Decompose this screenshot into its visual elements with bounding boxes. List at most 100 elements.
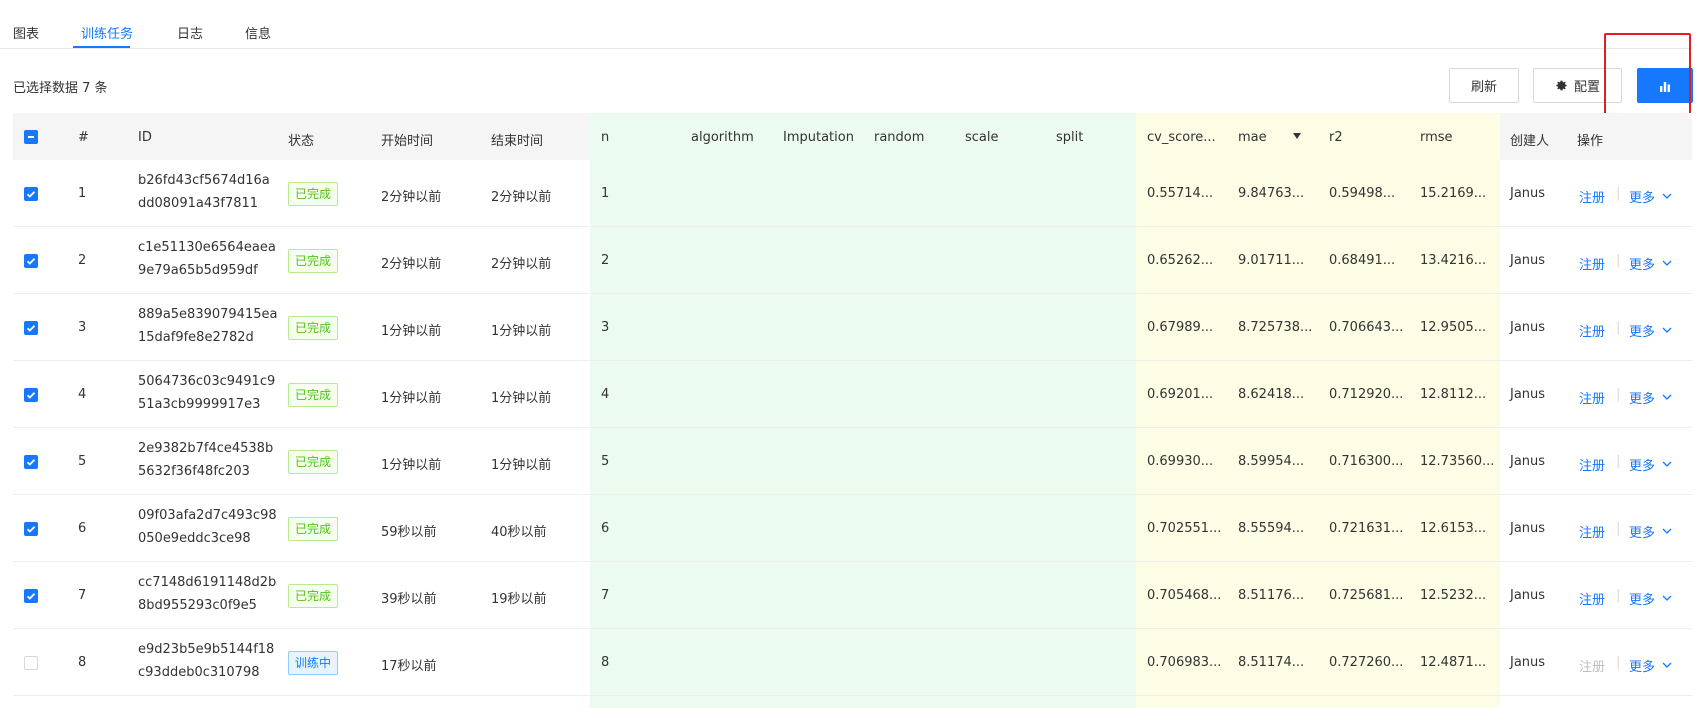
col-header-split[interactable]: split [1056,130,1083,145]
col-header-rmse[interactable]: rmse [1420,130,1453,145]
row-start-time: 2分钟以前 [381,256,442,272]
row-id-line1: 5064736c03c9491c9 [138,374,276,389]
row-creator: Janus [1510,453,1546,469]
row-checkbox[interactable] [24,253,38,268]
row-mae: 8.51174... [1238,654,1305,670]
status-badge: 已完成 [288,449,339,474]
chevron-down-icon[interactable] [1662,323,1672,338]
tab-logs[interactable]: 日志 [177,23,203,42]
register-link[interactable]: 注册 [1579,522,1605,541]
sort-desc-icon[interactable] [1293,133,1301,139]
row-checkbox[interactable] [24,186,38,201]
register-link[interactable]: 注册 [1579,321,1605,340]
register-link[interactable]: 注册 [1579,254,1605,273]
row-id-line2: 5632f36f48fc203 [138,464,250,479]
chevron-down-icon[interactable] [1662,189,1672,204]
row-r2: 0.725681... [1329,587,1404,603]
tab-training-tasks[interactable]: 训练任务 [81,23,133,42]
chevron-down-icon[interactable] [1662,591,1672,606]
col-header-scale[interactable]: scale [965,130,999,145]
more-dropdown[interactable]: 更多 [1629,321,1655,340]
checkmark-icon [26,458,36,466]
tab-info[interactable]: 信息 [245,23,271,42]
config-button[interactable]: 配置 [1533,68,1622,103]
register-link[interactable]: 注册 [1579,187,1605,206]
chevron-down-icon[interactable] [1662,390,1672,405]
col-header-algorithm[interactable]: algorithm [691,130,754,145]
tab-charts[interactable]: 图表 [13,23,39,42]
action-separator: | [1616,252,1621,268]
col-header-imputation[interactable]: Imputation [783,130,854,145]
row-end-time: 1分钟以前 [491,323,552,339]
row-r2: 0.727260... [1329,654,1404,670]
col-header-creator: 创建人 [1510,134,1550,149]
row-id-line1: 889a5e839079415ea [138,307,278,322]
chart-view-button[interactable] [1637,68,1693,103]
more-dropdown[interactable]: 更多 [1629,455,1655,474]
action-separator: | [1616,520,1621,536]
refresh-label: 刷新 [1470,80,1497,95]
refresh-button[interactable]: 刷新 [1449,68,1519,103]
row-id-line2: dd08091a43f7811 [138,196,259,211]
action-separator: | [1616,654,1621,670]
row-n-value: 1 [601,185,610,201]
row-number: 6 [78,520,87,536]
checkmark-icon [26,592,36,600]
row-end-time: 19秒以前 [491,591,547,607]
row-checkbox[interactable] [24,588,38,603]
row-creator: Janus [1510,520,1546,536]
status-badge: 已完成 [288,382,339,407]
gear-icon [1556,80,1567,91]
action-separator: | [1616,319,1621,335]
checkmark-icon [26,190,36,198]
more-dropdown[interactable]: 更多 [1629,589,1655,608]
row-n-value: 7 [601,587,610,603]
action-separator: | [1616,185,1621,201]
more-dropdown[interactable]: 更多 [1629,254,1655,273]
register-link[interactable]: 注册 [1579,455,1605,474]
row-id-line2: 9e79a65b5d959df [138,263,258,278]
col-header-cv-score[interactable]: cv_score... [1147,130,1216,145]
row-checkbox[interactable] [24,655,38,670]
more-dropdown[interactable]: 更多 [1629,187,1655,206]
row-rmse: 12.73560... [1420,453,1495,469]
col-header-id: ID [138,130,152,145]
row-checkbox[interactable] [24,320,38,335]
col-header-n[interactable]: n [601,130,609,145]
row-creator: Janus [1510,319,1546,335]
more-dropdown[interactable]: 更多 [1629,656,1655,675]
row-number: 5 [78,453,87,469]
row-r2: 0.721631... [1329,520,1404,536]
row-checkbox[interactable] [24,521,38,536]
row-id-line2: 050e9eddc3ce98 [138,531,251,546]
select-all-checkbox[interactable] [24,130,38,144]
row-mae: 8.55594... [1238,520,1305,536]
col-header-mae[interactable]: mae [1238,130,1267,145]
more-dropdown[interactable]: 更多 [1629,388,1655,407]
col-header-r2[interactable]: r2 [1329,130,1343,145]
row-creator: Janus [1510,252,1546,268]
row-id-line1: 2e9382b7f4ce4538b [138,441,274,456]
row-id-line2: 51a3cb9999917e3 [138,397,261,412]
tab-bar: 图表 训练任务 日志 信息 [0,0,1690,49]
row-start-time: 17秒以前 [381,658,437,674]
status-badge: 已完成 [288,248,339,273]
row-rmse: 12.5232... [1420,587,1487,603]
row-rmse: 13.4216... [1420,252,1487,268]
more-dropdown[interactable]: 更多 [1629,522,1655,541]
row-id-line1: 09f03afa2d7c493c98 [138,508,277,523]
row-checkbox[interactable] [24,454,38,469]
register-link[interactable]: 注册 [1579,388,1605,407]
chevron-down-icon[interactable] [1662,457,1672,472]
row-rmse: 12.4871... [1420,654,1487,670]
row-cv-score: 0.706983... [1147,654,1222,670]
action-separator: | [1616,587,1621,603]
row-checkbox[interactable] [24,387,38,402]
col-header-random[interactable]: random [874,130,924,145]
chevron-down-icon[interactable] [1662,524,1672,539]
row-mae: 8.725738... [1238,319,1313,335]
register-link[interactable]: 注册 [1579,589,1605,608]
chevron-down-icon[interactable] [1662,256,1672,271]
chevron-down-icon[interactable] [1662,658,1672,673]
row-start-time: 1分钟以前 [381,390,442,406]
